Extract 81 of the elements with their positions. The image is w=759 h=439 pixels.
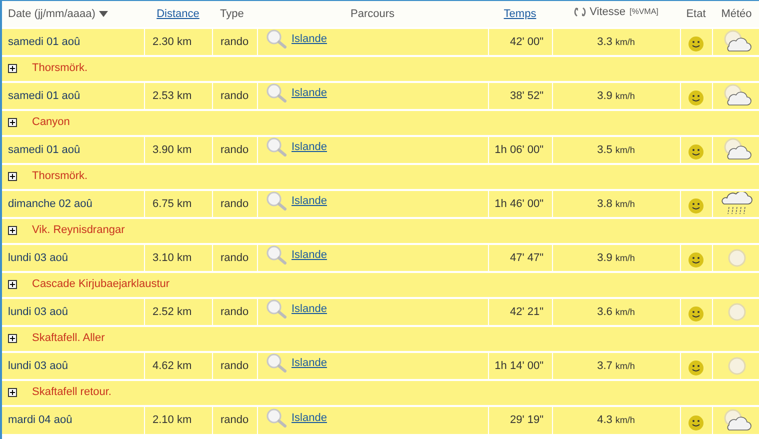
column-header: Vitesse — [590, 5, 626, 20]
time-cell: 1h 06' 00" — [494, 144, 544, 156]
speed-value: 3.3 — [597, 34, 612, 50]
date-cell: lundi 03 aoû — [8, 306, 68, 318]
time-cell: 29' 19" — [510, 414, 544, 426]
route-description: Thorsmörk. — [32, 168, 88, 184]
type-cell: rando — [220, 252, 249, 264]
route-link[interactable]: Islande — [292, 85, 327, 102]
distance-cell: 2.53 km — [152, 90, 192, 102]
expand-icon[interactable] — [8, 388, 17, 397]
expand-icon[interactable] — [8, 172, 17, 181]
type-cell: rando — [220, 414, 249, 426]
speed-unit: km/h — [615, 36, 635, 49]
distance-cell: 6.75 km — [152, 198, 192, 210]
column-header: Etat — [686, 6, 706, 22]
route-description: Cascade Kirjubaejarklaustur — [32, 276, 170, 292]
speed-value: 4.3 — [597, 413, 612, 428]
date-cell: mardi 04 aoû — [8, 414, 72, 426]
date-cell: lundi 03 aoû — [8, 252, 68, 264]
type-cell: rando — [220, 198, 249, 210]
speed-value: 3.7 — [597, 358, 612, 374]
time-cell: 42' 00" — [510, 36, 544, 48]
speed-unit: km/h — [615, 144, 635, 157]
speed-value: 3.9 — [597, 88, 612, 104]
speed-value: 3.8 — [597, 196, 612, 212]
date-cell: samedi 01 aoû — [8, 144, 80, 156]
expand-icon[interactable] — [8, 118, 17, 127]
route-link[interactable]: Islande — [292, 355, 327, 372]
sort-desc-icon — [99, 11, 108, 17]
distance-cell: 2.30 km — [152, 36, 192, 48]
time-cell: 47' 47" — [510, 252, 544, 264]
column-header: Parcours — [350, 6, 395, 22]
route-link[interactable]: Islande — [292, 193, 327, 210]
type-cell: rando — [220, 360, 249, 372]
date-cell: lundi 03 aoû — [8, 360, 68, 372]
sort-link[interactable]: Temps — [504, 6, 536, 22]
refresh-icon[interactable] — [574, 6, 586, 18]
time-cell: 38' 52" — [510, 90, 544, 102]
speed-unit: km/h — [615, 360, 635, 373]
column-header: Type — [220, 6, 244, 22]
route-link[interactable]: Islande — [292, 410, 327, 426]
date-cell: dimanche 02 aoû — [8, 198, 92, 210]
speed-unit: km/h — [615, 306, 635, 319]
route-link[interactable]: Islande — [292, 31, 327, 48]
route-description: Canyon — [32, 114, 70, 130]
expand-icon[interactable] — [8, 64, 17, 73]
time-cell: 1h 46' 00" — [494, 198, 544, 210]
route-link[interactable]: Islande — [292, 301, 327, 318]
route-description: Vik. Reynisdrangar — [32, 222, 125, 238]
speed-unit: km/h — [615, 252, 635, 265]
speed-unit: km/h — [615, 198, 635, 211]
route-description: Thorsmörk. — [32, 60, 88, 76]
speed-unit: km/h — [615, 90, 635, 103]
distance-cell: 2.52 km — [152, 306, 192, 318]
column-note: [%VMA] — [629, 6, 658, 18]
speed-unit: km/h — [615, 414, 635, 428]
type-cell: rando — [220, 144, 249, 156]
time-cell: 42' 21" — [510, 306, 544, 318]
column-header: Date (jj/mm/aaaa) — [8, 6, 96, 22]
time-cell: 1h 14' 00" — [494, 360, 544, 372]
distance-cell: 3.10 km — [152, 252, 192, 264]
route-link[interactable]: Islande — [292, 247, 327, 264]
speed-value: 3.5 — [597, 142, 612, 158]
speed-value: 3.6 — [597, 304, 612, 320]
type-cell: rando — [220, 36, 249, 48]
date-cell: samedi 01 aoû — [8, 90, 80, 102]
sort-link[interactable]: Distance — [156, 6, 200, 22]
expand-icon[interactable] — [8, 226, 17, 235]
column-header: Météo — [721, 6, 752, 22]
distance-cell: 2.10 km — [152, 414, 192, 426]
distance-cell: 4.62 km — [152, 360, 192, 372]
speed-value: 3.9 — [597, 250, 612, 266]
route-description: Skaftafell retour. — [32, 384, 112, 400]
type-cell: rando — [220, 306, 249, 318]
expand-icon[interactable] — [8, 334, 17, 343]
type-cell: rando — [220, 90, 249, 102]
route-description: Skaftafell. Aller — [32, 330, 105, 346]
distance-cell: 3.90 km — [152, 144, 192, 156]
route-link[interactable]: Islande — [292, 139, 327, 156]
date-cell: samedi 01 aoû — [8, 36, 80, 48]
expand-icon[interactable] — [8, 280, 17, 289]
